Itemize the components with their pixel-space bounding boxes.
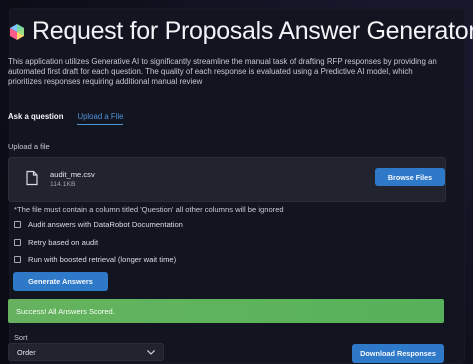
uploaded-file-size: 114.1KB	[50, 181, 76, 188]
success-message: Success! All Answers Scored.	[16, 306, 115, 316]
tab-upload-file[interactable]: Upload a File	[77, 113, 124, 125]
page-title: Request for Proposals Answer Generator	[32, 17, 473, 45]
audit-checkbox[interactable]	[14, 221, 21, 229]
app-header: Request for Proposals Answer Generator	[8, 19, 473, 44]
audit-option-label: Audit answers with DataRobot Documentati…	[28, 220, 183, 229]
generate-answers-button[interactable]: Generate Answers	[13, 272, 108, 291]
options-list: Audit answers with DataRobot Documentati…	[14, 221, 183, 264]
document-icon	[26, 170, 38, 186]
upload-label: Upload a file	[8, 142, 50, 151]
retry-option-label: Retry based on audit	[28, 237, 99, 247]
chevron-down-icon	[147, 349, 155, 355]
browse-files-button[interactable]: Browse Files	[375, 168, 445, 186]
mode-tabs: Ask a question Upload a File	[8, 113, 124, 125]
uploaded-file-name: audit_me.csv	[50, 170, 95, 179]
sort-select[interactable]: Order	[8, 343, 164, 361]
tab-ask-question[interactable]: Ask a question	[8, 113, 63, 125]
sort-selected-value: Order	[17, 347, 36, 357]
retry-checkbox[interactable]	[14, 238, 21, 246]
option-retry-audit[interactable]: Retry based on audit	[14, 237, 183, 247]
app-description: This application utilizes Generative AI …	[8, 57, 437, 87]
cube-logo-icon	[10, 23, 24, 40]
download-responses-button[interactable]: Download Responses	[352, 344, 444, 363]
file-upload-box: audit_me.csv 114.1KB Browse Files	[8, 157, 446, 202]
option-audit-docs[interactable]: Audit answers with DataRobot Documentati…	[14, 221, 183, 229]
option-boosted-retrieval[interactable]: Run with boosted retrieval (longer wait …	[14, 256, 183, 264]
file-requirement-note: *The file must contain a column titled '…	[14, 205, 284, 214]
boosted-retrieval-option-label: Run with boosted retrieval (longer wait …	[28, 255, 177, 265]
boosted-retrieval-checkbox[interactable]	[14, 256, 21, 264]
success-alert: Success! All Answers Scored.	[8, 299, 444, 323]
sort-label: Sort	[14, 333, 28, 342]
app-frame: Request for Proposals Answer Generator T…	[0, 0, 473, 364]
